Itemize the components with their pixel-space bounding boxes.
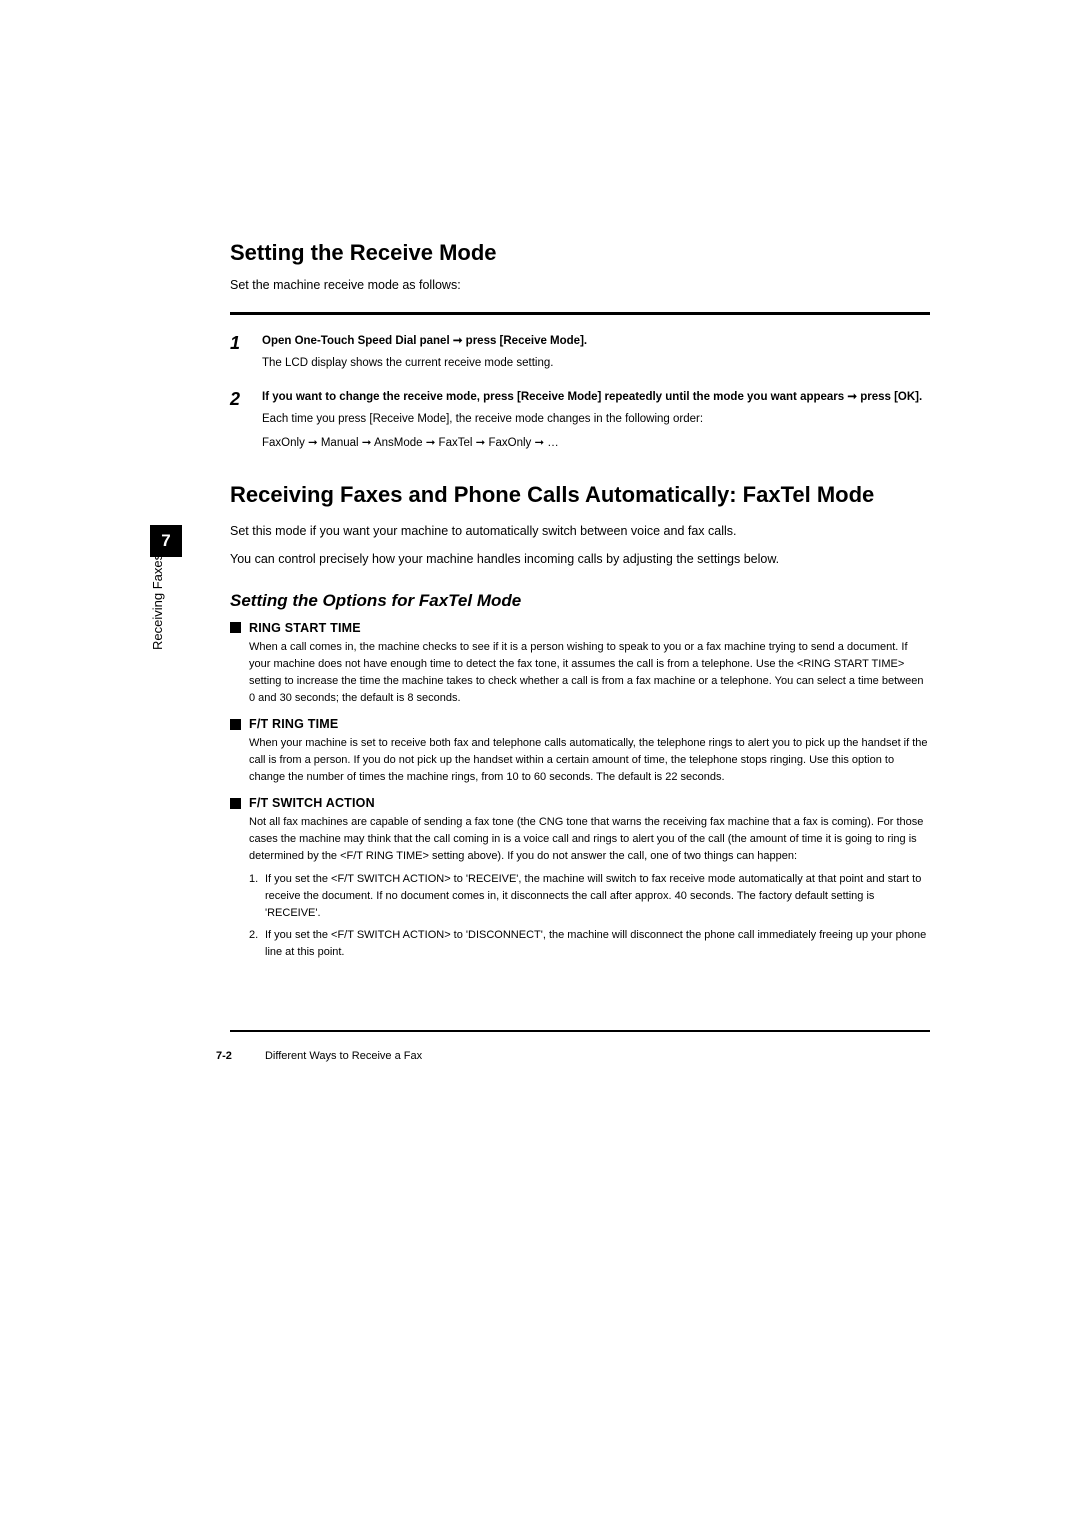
step-2: 2 If you want to change the receive mode… [230,389,930,453]
step-instruction: Open One-Touch Speed Dial panel ➞ press … [262,333,930,350]
horizontal-rule [230,312,930,315]
option-title: F/T SWITCH ACTION [249,796,375,810]
step-sequence: FaxOnly ➞ Manual ➞ AnsMode ➞ FaxTel ➞ Fa… [262,434,930,452]
paragraph: You can control precisely how your machi… [230,550,930,569]
step-number: 1 [230,333,262,373]
option-heading-row: F/T RING TIME [230,717,930,731]
numbered-list: 1. If you set the <F/T SWITCH ACTION> to… [249,871,930,960]
list-text: If you set the <F/T SWITCH ACTION> to 'D… [265,927,930,961]
option-body: Not all fax machines are capable of send… [249,814,930,865]
option-title: F/T RING TIME [249,717,338,731]
list-item: 2. If you set the <F/T SWITCH ACTION> to… [249,927,930,961]
page-content: Setting the Receive Mode Set the machine… [230,240,930,965]
option-title: RING START TIME [249,621,361,635]
option-heading-row: F/T SWITCH ACTION [230,796,930,810]
step-detail: The LCD display shows the current receiv… [262,354,930,372]
list-item: 1. If you set the <F/T SWITCH ACTION> to… [249,871,930,922]
square-bullet-icon [230,798,241,809]
subsection-heading: Setting the Options for FaxTel Mode [230,591,930,611]
chapter-tab: 7 [150,525,182,557]
section-heading-receive-mode: Setting the Receive Mode [230,240,930,266]
step-instruction: If you want to change the receive mode, … [262,389,930,406]
chapter-number: 7 [161,531,170,551]
step-detail: Each time you press [Receive Mode], the … [262,410,930,428]
square-bullet-icon [230,622,241,633]
footer-title: Different Ways to Receive a Fax [265,1050,422,1062]
section-heading-faxtel: Receiving Faxes and Phone Calls Automati… [230,481,930,509]
option-body: When a call comes in, the machine checks… [249,639,930,707]
step-1: 1 Open One-Touch Speed Dial panel ➞ pres… [230,333,930,373]
step-number: 2 [230,389,262,453]
list-text: If you set the <F/T SWITCH ACTION> to 'R… [265,871,930,922]
paragraph: Set this mode if you want your machine t… [230,522,930,541]
option-heading-row: RING START TIME [230,621,930,635]
square-bullet-icon [230,719,241,730]
page-number: 7-2 [216,1050,232,1062]
list-number: 1. [249,871,265,922]
chapter-side-label: Receiving Faxes [150,554,165,650]
page-footer: 7-2 Different Ways to Receive a Fax [216,1050,422,1062]
footer-rule [230,1030,930,1032]
section-intro: Set the machine receive mode as follows: [230,278,930,292]
list-number: 2. [249,927,265,961]
option-body: When your machine is set to receive both… [249,735,930,786]
